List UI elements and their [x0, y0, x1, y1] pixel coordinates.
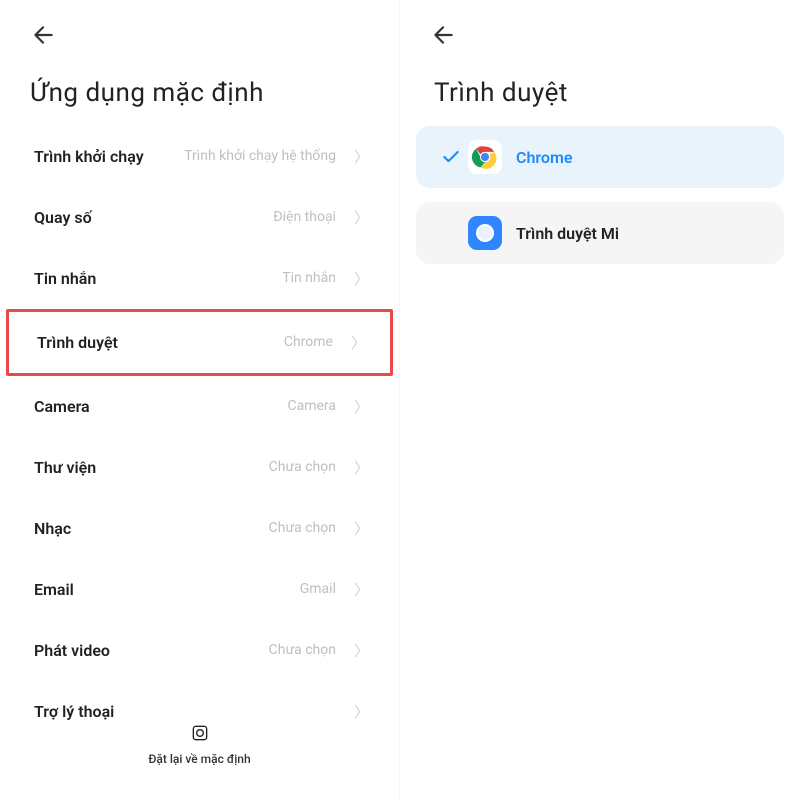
row-value: Tin nhắn [282, 270, 336, 287]
row-video[interactable]: Phát video Chưa chọn 〉 [0, 620, 399, 681]
check-icon [434, 147, 468, 167]
row-label: Trình khởi chạy [34, 147, 184, 166]
reset-icon [0, 723, 399, 748]
option-label: Chrome [516, 148, 573, 167]
option-mi-browser[interactable]: Trình duyệt Mi [416, 202, 784, 264]
row-value: Chưa chọn [269, 642, 336, 659]
chrome-icon [468, 140, 502, 174]
chevron-right-icon: 〉 [354, 640, 369, 661]
chevron-right-icon: 〉 [354, 268, 369, 289]
chevron-right-icon: 〉 [354, 146, 369, 167]
row-dialer[interactable]: Quay số Điện thoại 〉 [0, 187, 399, 248]
row-value: Điện thoại [273, 209, 336, 226]
row-label: Trợ lý thoại [34, 702, 336, 721]
row-value: Camera [287, 398, 336, 415]
default-apps-panel: Ứng dụng mặc định Trình khởi chạy Trình … [0, 0, 400, 800]
row-value: Gmail [300, 581, 336, 598]
row-label: Quay số [34, 208, 273, 227]
back-icon[interactable] [0, 0, 399, 54]
row-camera[interactable]: Camera Camera 〉 [0, 376, 399, 437]
chevron-right-icon: 〉 [354, 579, 369, 600]
back-icon[interactable] [400, 0, 800, 54]
row-value: Chưa chọn [269, 520, 336, 537]
default-apps-list: Trình khởi chạy Trình khởi chạy hệ thống… [0, 126, 399, 742]
chevron-right-icon: 〉 [354, 701, 369, 722]
highlighted-row-browser: Trình duyệt Chrome 〉 [6, 309, 393, 376]
row-label: Tin nhắn [34, 269, 282, 288]
browser-picker-panel: Trình duyệt Chrome [400, 0, 800, 800]
row-gallery[interactable]: Thư viện Chưa chọn 〉 [0, 437, 399, 498]
row-browser[interactable]: Trình duyệt Chrome 〉 [9, 312, 390, 373]
chevron-right-icon: 〉 [354, 207, 369, 228]
row-music[interactable]: Nhạc Chưa chọn 〉 [0, 498, 399, 559]
row-value: Trình khởi chạy hệ thống [184, 148, 336, 165]
chevron-right-icon: 〉 [354, 457, 369, 478]
row-label: Email [34, 580, 300, 599]
reset-defaults-button[interactable]: Đặt lại về mặc định [0, 723, 399, 766]
row-label: Trình duyệt [37, 333, 284, 352]
row-value: Chưa chọn [269, 459, 336, 476]
page-title: Trình duyệt [400, 54, 800, 126]
chevron-right-icon: 〉 [351, 332, 366, 353]
chevron-right-icon: 〉 [354, 396, 369, 417]
option-chrome[interactable]: Chrome [416, 126, 784, 188]
row-email[interactable]: Email Gmail 〉 [0, 559, 399, 620]
option-label: Trình duyệt Mi [516, 224, 619, 243]
row-label: Phát video [34, 641, 269, 660]
browser-options-list: Chrome Trình duyệt Mi [400, 126, 800, 264]
row-value: Chrome [284, 334, 333, 351]
row-launcher[interactable]: Trình khởi chạy Trình khởi chạy hệ thống… [0, 126, 399, 187]
row-label: Nhạc [34, 519, 269, 538]
row-messaging[interactable]: Tin nhắn Tin nhắn 〉 [0, 248, 399, 309]
row-label: Thư viện [34, 458, 269, 477]
reset-defaults-label: Đặt lại về mặc định [0, 752, 399, 766]
row-label: Camera [34, 397, 287, 416]
page-title: Ứng dụng mặc định [0, 54, 399, 126]
chevron-right-icon: 〉 [354, 518, 369, 539]
mi-browser-icon [468, 216, 502, 250]
